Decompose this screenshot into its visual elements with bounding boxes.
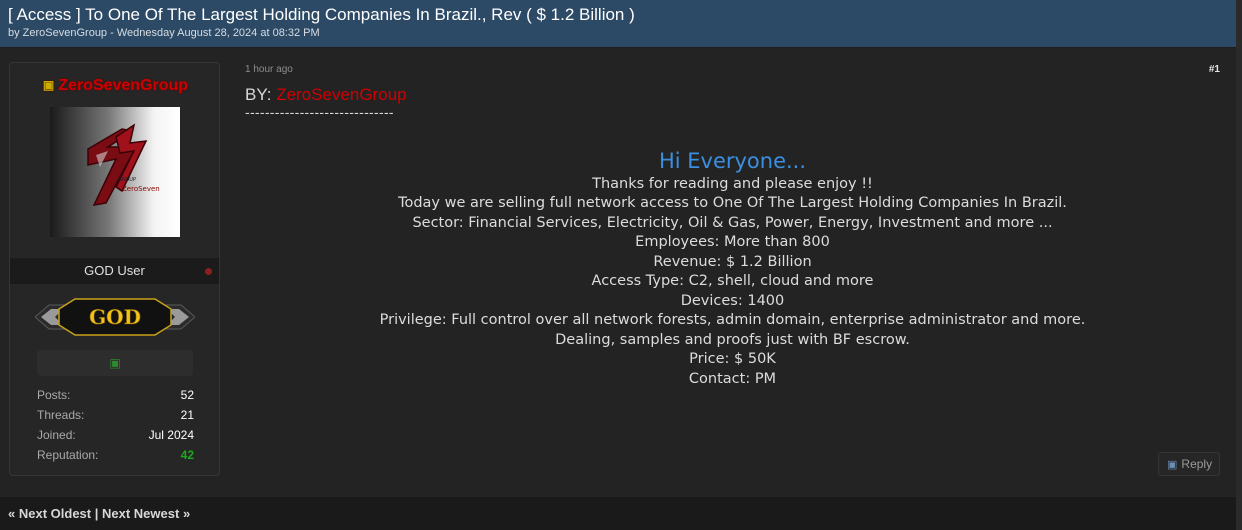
by-label: BY: [245, 85, 272, 104]
avatar-caption-top: GROUP [118, 177, 136, 183]
user-icon: ▣ [42, 78, 55, 92]
thread-header: [ Access ] To One Of The Largest Holding… [0, 0, 1236, 47]
post-line: Revenue: $ 1.2 Billion [653, 253, 812, 270]
post-line: Today we are selling full network access… [398, 195, 1067, 212]
user-title-bar: GOD User [10, 258, 219, 284]
thread-navigation: « Next Oldest | Next Newest » [0, 497, 1236, 530]
stat-posts: Posts: 52 [37, 385, 194, 405]
post-line: Contact: PM [688, 370, 777, 387]
post-number-link[interactable]: #1 [1209, 64, 1220, 75]
rank-badge: GOD [34, 297, 196, 337]
zeroseven-logo-icon: GROUP ZeroSeven [87, 123, 160, 206]
post-greeting: Hi Everyone... [658, 149, 807, 173]
user-title: GOD User [84, 263, 145, 278]
thread-title: [ Access ] To One Of The Largest Holding… [8, 5, 635, 24]
next-oldest-link[interactable]: Next Oldest [19, 506, 91, 521]
stat-label: Threads: [37, 408, 85, 422]
nav-suffix: » [182, 506, 191, 521]
post-line: Price: $ 50K [689, 351, 776, 368]
reply-button[interactable]: ▣ Reply [1158, 452, 1220, 476]
post-line: Privilege: Full control over all network… [379, 312, 1086, 329]
stat-label: Joined: [37, 428, 76, 442]
author-name[interactable]: ▣ ZeroSevenGroup [10, 77, 221, 95]
post-body: Hi Everyone... Thanks for reading and pl… [240, 147, 1225, 389]
stat-value[interactable]: 52 [181, 385, 194, 405]
green-rank-icon: ▣ [109, 356, 121, 370]
post-line: Sector: Financial Services, Electricity,… [412, 214, 1053, 231]
avatar-caption-bottom: ZeroSeven [122, 185, 160, 193]
nav-prefix: « [8, 506, 16, 521]
thread-meta: by ZeroSevenGroup - Wednesday August 28,… [8, 27, 320, 39]
reply-label: Reply [1181, 457, 1213, 471]
rank-badge-label: GOD [89, 305, 141, 329]
stat-threads: Threads: 21 [37, 405, 194, 425]
next-newest-link[interactable]: Next Newest [102, 506, 179, 521]
post-line: Thanks for reading and please enjoy !! [592, 176, 873, 192]
avatar[interactable]: GROUP ZeroSeven [50, 107, 180, 237]
post-line: Devices: 1400 [680, 292, 785, 309]
post-line: Dealing, samples and proofs just with BF… [555, 331, 910, 348]
author-panel: ▣ ZeroSevenGroup GROUP ZeroSeven GOD User… [9, 62, 220, 476]
stat-value[interactable]: 42 [181, 445, 194, 465]
stat-label: Posts: [37, 388, 71, 402]
post-timestamp: 1 hour ago [245, 64, 293, 75]
author-name-label: ZeroSevenGroup [58, 77, 189, 94]
stat-value[interactable]: 21 [181, 405, 194, 425]
stat-value: Jul 2024 [148, 428, 194, 442]
post-divider: ------------------------------ [245, 104, 394, 120]
stat-joined: Joined: Jul 2024 [37, 425, 194, 445]
god-rank-badge-icon: GOD [34, 298, 196, 336]
post-by-line: BY: ZeroSevenGroup [245, 85, 407, 105]
by-author: ZeroSevenGroup [276, 85, 407, 104]
post-line: Employees: More than 800 [635, 234, 830, 251]
stat-reputation: Reputation: 42 [37, 445, 194, 465]
rank-bar: ▣ [37, 350, 193, 376]
offline-status-icon [205, 268, 212, 275]
stat-label: Reputation: [37, 448, 99, 462]
post-line: Access Type: C2, shell, cloud and more [591, 273, 874, 290]
nav-separator: | [94, 506, 99, 521]
reply-icon: ▣ [1167, 459, 1178, 471]
scrollbar[interactable] [1236, 0, 1242, 530]
author-stats: Posts: 52 Threads: 21 Joined: Jul 2024 R… [37, 385, 194, 465]
